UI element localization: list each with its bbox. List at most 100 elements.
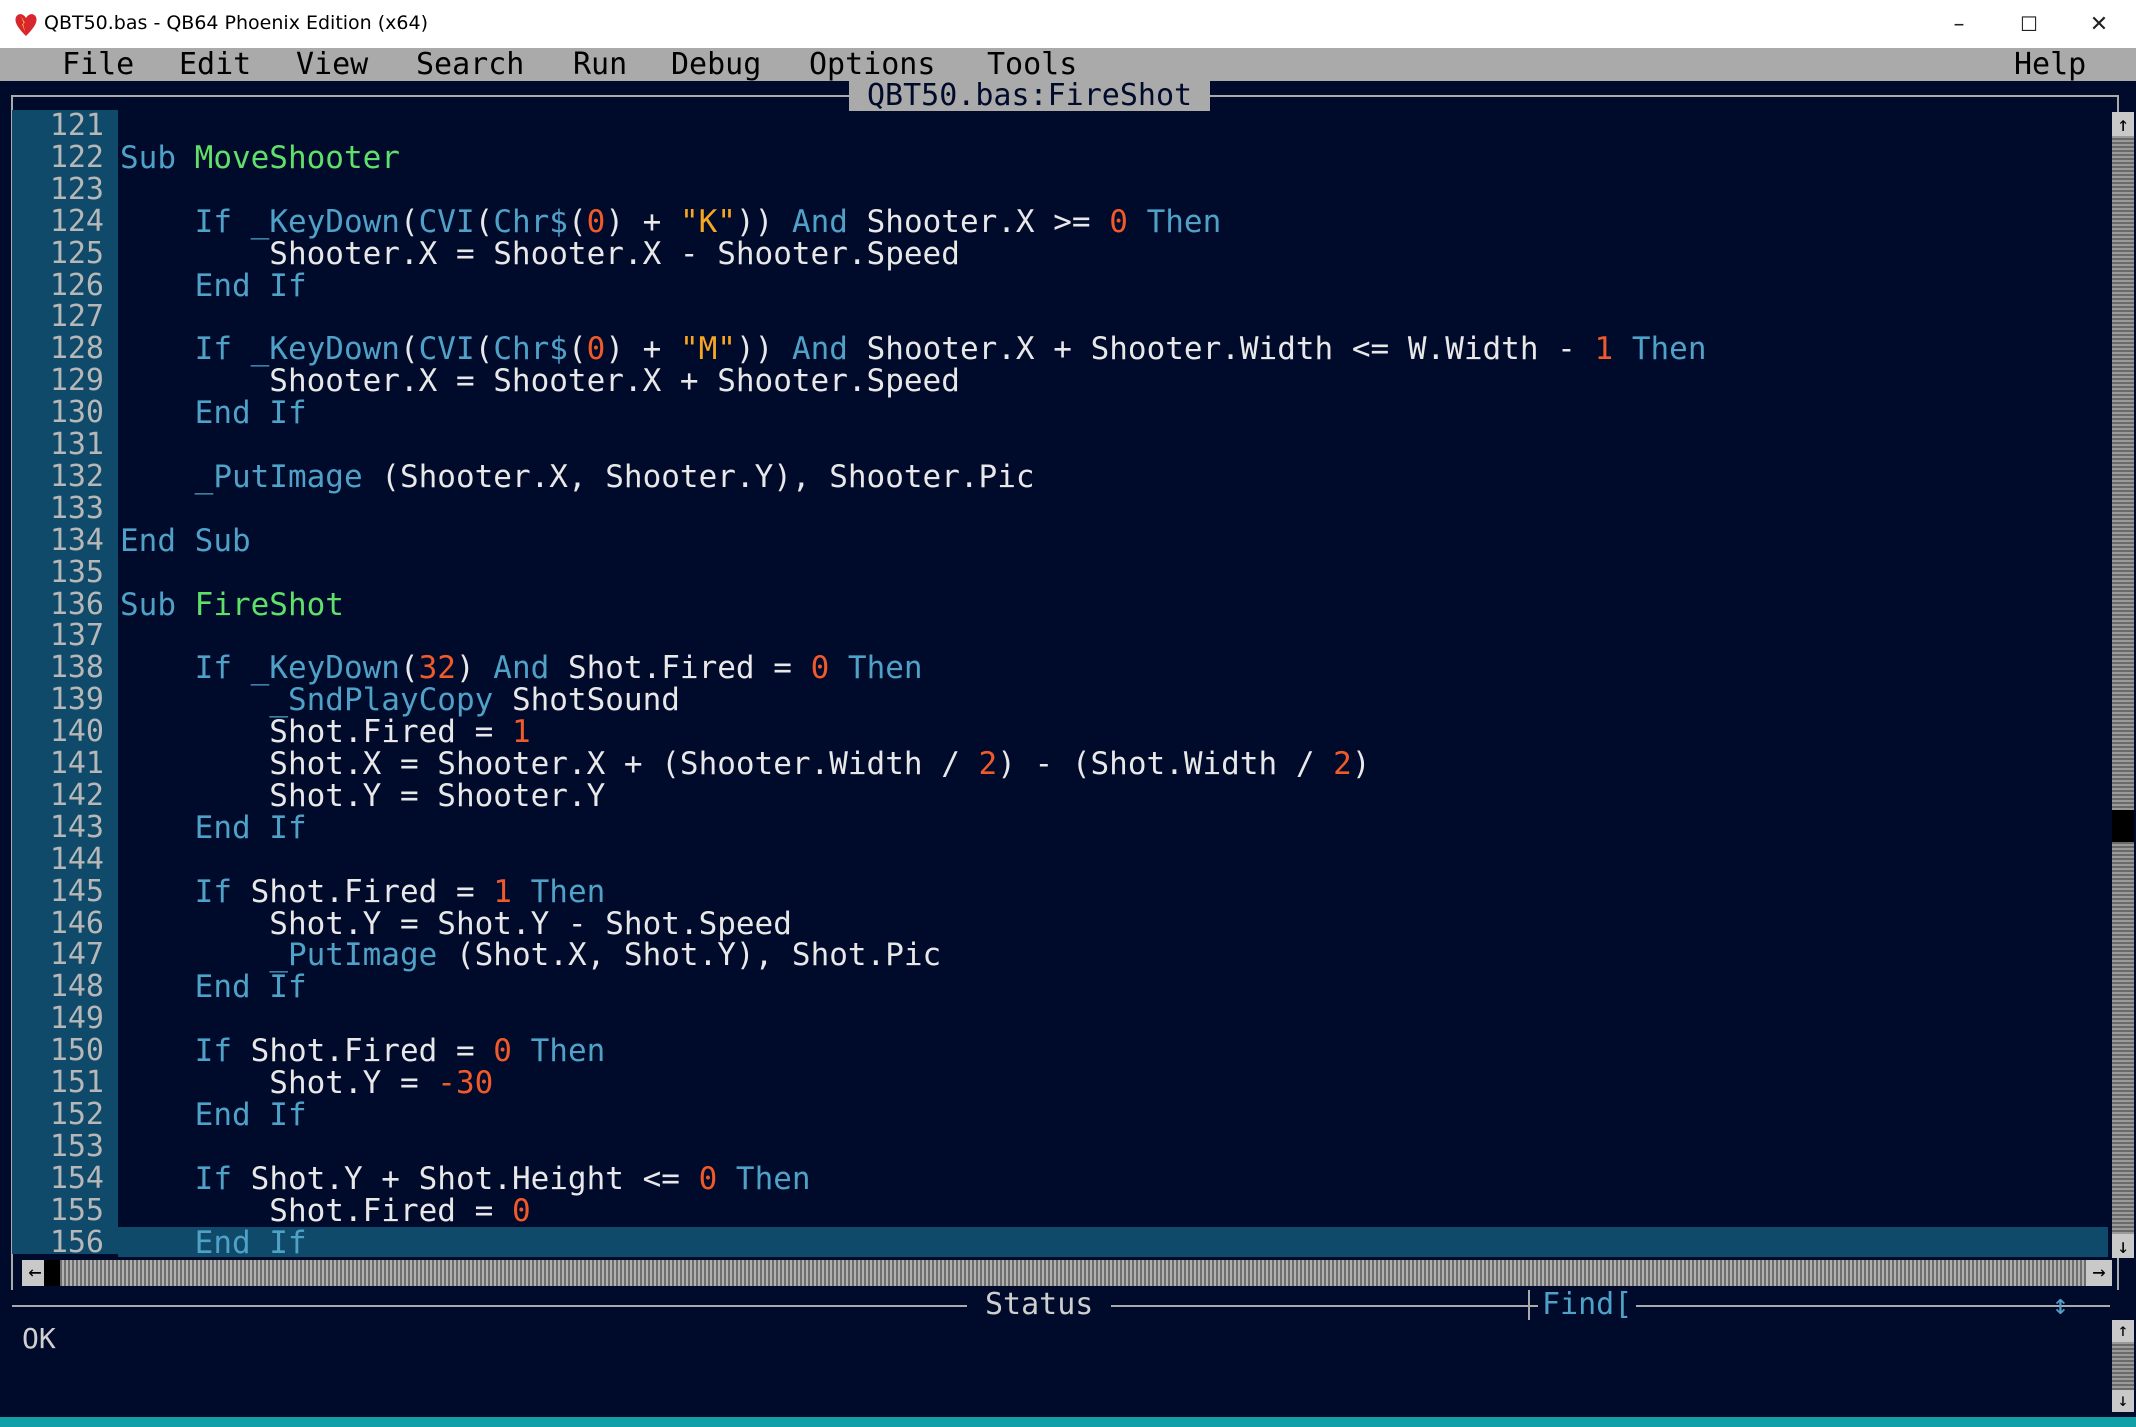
code-token: 0 (1109, 203, 1128, 240)
status-message: OK (22, 1322, 56, 1355)
line-number: 121 (49, 108, 104, 143)
code-line[interactable]: _PutImage (Shot.X, Shot.Y), Shot.Pic (120, 939, 941, 971)
code-token: ( (399, 331, 419, 368)
code-token: End If (120, 395, 307, 432)
horizontal-scroll-thumb[interactable] (44, 1260, 60, 1286)
code-token: )) (735, 331, 792, 368)
code-line[interactable]: Shot.Fired = 0 (120, 1195, 530, 1227)
code-line[interactable]: End If (120, 397, 307, 429)
code-line[interactable]: _SndPlayCopy ShotSound (120, 684, 680, 716)
line-number: 140 (49, 714, 104, 750)
code-line[interactable]: End If (120, 812, 307, 844)
line-number: 123 (49, 171, 104, 207)
menu-search[interactable]: Search (414, 50, 526, 80)
line-number: 144 (49, 841, 104, 877)
code-line[interactable]: Shot.Y = -30 (120, 1067, 493, 1099)
code-line[interactable]: Sub FireShot (120, 589, 344, 621)
code-line[interactable]: End If (120, 971, 307, 1003)
maximize-button[interactable]: ☐ (1994, 0, 2064, 48)
code-token: Shooter.X = Shooter.X - Shooter.Speed (120, 235, 960, 272)
line-number: 134 (49, 522, 104, 558)
code-line[interactable]: Sub MoveShooter (120, 142, 400, 174)
code-line[interactable]: End If (120, 1099, 307, 1131)
find-expand-icon[interactable]: ↕ (2052, 1290, 2069, 1320)
line-number: 122 (49, 139, 104, 175)
code-token: 1 (1594, 331, 1614, 368)
code-token: "M" (679, 331, 736, 368)
vertical-scroll-thumb[interactable] (2112, 810, 2134, 842)
code-line[interactable]: Shot.Y = Shot.Y - Shot.Speed (120, 908, 792, 940)
code-token: 2 (978, 746, 998, 782)
menu-help[interactable]: Help (2012, 50, 2088, 80)
status-panel-border (12, 1305, 1532, 1307)
editor-horizontal-scrollbar[interactable] (22, 1260, 2112, 1286)
code-token: End If (120, 267, 307, 304)
menu-file[interactable]: File (60, 50, 136, 80)
code-token: (Shooter.X, Shooter.Y), Shooter.Pic (362, 458, 1035, 495)
code-token: 2 (1333, 746, 1352, 782)
code-token: If (194, 203, 251, 240)
code-line[interactable]: Shot.X = Shooter.X + (Shooter.Width / 2)… (120, 746, 1371, 782)
menu-view[interactable]: View (294, 50, 370, 80)
code-token: And (493, 650, 568, 687)
line-number: 151 (49, 1065, 104, 1100)
close-button[interactable]: ✕ (2064, 0, 2134, 48)
code-line[interactable]: End Sub (120, 525, 251, 557)
line-number: 153 (49, 1128, 104, 1164)
code-line[interactable]: _PutImage (Shooter.X, Shooter.Y), Shoote… (120, 461, 1035, 493)
line-number: 148 (49, 969, 104, 1005)
minimize-button[interactable]: – (1924, 0, 1994, 48)
code-token: Shot.Fired = (567, 650, 811, 687)
line-number: 133 (49, 490, 104, 526)
code-token: Then (717, 1160, 811, 1197)
scroll-up-arrow-icon[interactable]: ↑ (2112, 112, 2134, 136)
menu-options[interactable]: Options (807, 50, 937, 80)
code-token: MoveShooter (194, 139, 400, 176)
code-line[interactable]: If _KeyDown(32) And Shot.Fired = 0 Then (120, 652, 923, 684)
code-line[interactable]: End If (120, 1227, 307, 1259)
code-token: ) (1351, 746, 1371, 782)
scroll-right-arrow-icon[interactable]: → (2086, 1260, 2112, 1286)
window-title: QBT50.bas - QB64 Phoenix Edition (x64) (44, 12, 428, 34)
menu-bar: File Edit View Search Run Debug Options … (0, 48, 2136, 81)
menu-tools[interactable]: Tools (985, 50, 1079, 80)
status-scroll-down-arrow-icon[interactable]: ↓ (2112, 1390, 2134, 1412)
code-token: Sub (120, 139, 195, 176)
code-line[interactable]: If Shot.Fired = 1 Then (120, 876, 606, 908)
code-line[interactable]: Shot.Y = Shooter.Y (120, 780, 605, 812)
code-token: ShotSound (493, 682, 680, 719)
code-token: Shot.Y = Shot.Y - Shot.Speed (120, 905, 792, 942)
code-token: _KeyDown (250, 331, 400, 368)
menu-debug[interactable]: Debug (669, 50, 763, 80)
line-number: 128 (49, 331, 104, 367)
code-token: ( (567, 203, 587, 240)
menu-run[interactable]: Run (571, 50, 629, 80)
line-number: 127 (49, 299, 104, 335)
code-line[interactable]: If Shot.Fired = 0 Then (120, 1033, 606, 1070)
code-token: Then (1613, 331, 1707, 368)
code-token: )) (735, 203, 792, 240)
code-token: If (194, 1033, 251, 1070)
code-line[interactable]: Shooter.X = Shooter.X + Shooter.Speed (120, 365, 960, 397)
code-token: ) + (605, 203, 680, 240)
current-line-highlight (118, 1227, 2108, 1257)
code-line[interactable]: Shot.Fired = 1 (120, 716, 530, 748)
line-number: 131 (49, 427, 104, 462)
find-field[interactable]: Find[ (1538, 1288, 1637, 1322)
scroll-down-arrow-icon[interactable]: ↓ (2112, 1234, 2134, 1258)
line-number: 139 (49, 682, 104, 718)
line-number: 145 (49, 873, 104, 909)
status-scroll-up-arrow-icon[interactable]: ↑ (2112, 1320, 2134, 1342)
menu-edit[interactable]: Edit (177, 50, 253, 80)
code-token: 32 (418, 650, 456, 687)
code-line[interactable]: Shooter.X = Shooter.X - Shooter.Speed (120, 238, 960, 270)
code-line[interactable]: If _KeyDown(CVI(Chr$(0) + "M")) And Shoo… (120, 333, 1707, 365)
code-line[interactable]: End If (120, 270, 307, 302)
editor-vertical-scrollbar[interactable] (2112, 112, 2134, 1258)
code-line[interactable]: If _KeyDown(CVI(Chr$(0) + "K")) And Shoo… (120, 203, 1222, 240)
line-number: 155 (49, 1192, 104, 1228)
line-number: 150 (49, 1033, 104, 1069)
code-line[interactable]: If Shot.Y + Shot.Height <= 0 Then (120, 1163, 811, 1195)
